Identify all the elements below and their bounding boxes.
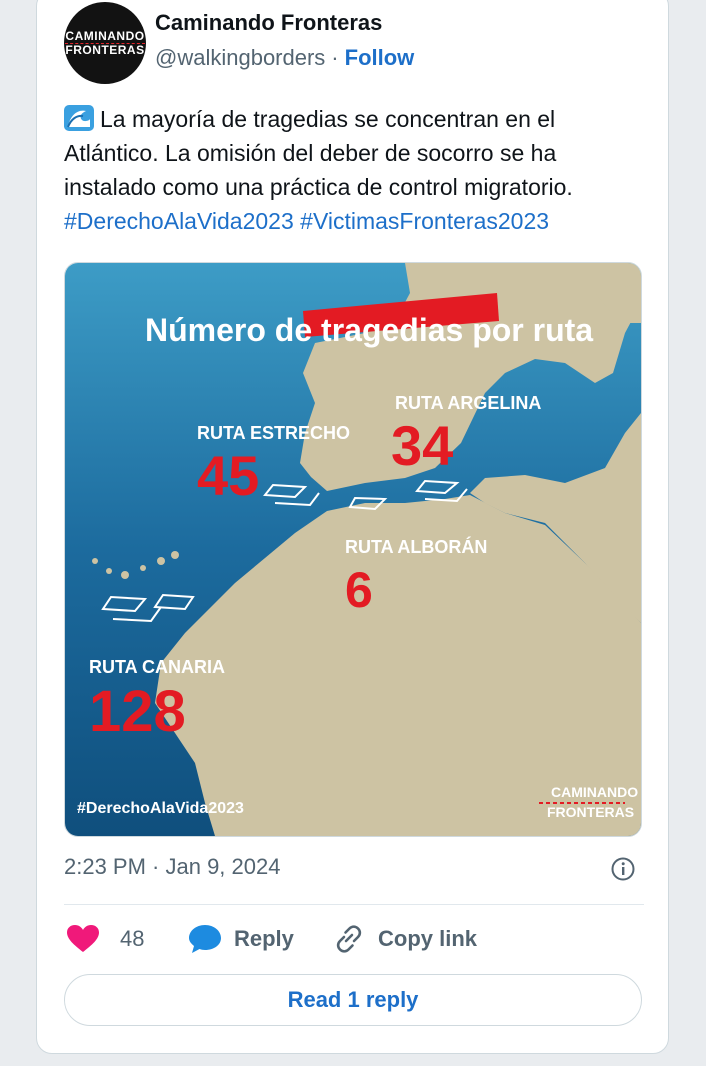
link-icon [336, 925, 362, 953]
route-value-argelina: 34 [391, 414, 453, 477]
route-value-alboran: 6 [345, 562, 373, 618]
canary-island [106, 568, 112, 574]
avatar-logo-line1: CAMINANDO [65, 28, 145, 43]
read-replies-button[interactable]: Read 1 reply [64, 974, 642, 1026]
action-bar: 48 Reply Copy link [64, 918, 644, 960]
follow-button[interactable]: Follow [345, 45, 415, 70]
hashtag-link[interactable]: #VictimasFronteras2023 [300, 208, 549, 234]
avatar[interactable]: CAMINANDO FRONTERAS [64, 2, 146, 84]
author-name[interactable]: Caminando Fronteras [155, 10, 382, 36]
route-value-canaria: 128 [89, 679, 186, 744]
author-handle-row: @walkingborders · Follow [155, 45, 414, 71]
info-icon[interactable] [610, 856, 636, 882]
water-wave-icon [64, 105, 94, 131]
tweet-timestamp[interactable]: 2:23 PM · Jan 9, 2024 [64, 854, 280, 880]
canary-island [171, 551, 179, 559]
separator-dot: · [331, 45, 339, 70]
reply-label: Reply [234, 926, 294, 951]
route-value-estrecho: 45 [197, 444, 259, 507]
divider [64, 904, 644, 905]
route-label-canaria: RUTA CANARIA [89, 657, 225, 677]
author-handle[interactable]: @walkingborders [155, 45, 325, 70]
route-map: Número de tragedias por ruta RUTA ESTREC… [65, 263, 641, 836]
tweet-body: La mayoría de tragedias se concentran en… [64, 106, 573, 200]
route-label-argelina: RUTA ARGELINA [395, 393, 541, 413]
canary-island [121, 571, 129, 579]
like-button[interactable]: 48 [66, 918, 144, 960]
map-title: Número de tragedias por ruta [145, 312, 593, 348]
copy-link-button[interactable]: Copy link [332, 918, 477, 960]
canary-island [157, 557, 165, 565]
image-logo-line2: FRONTERAS [547, 804, 634, 820]
tweet-text: La mayoría de tragedias se concentran en… [64, 102, 644, 238]
reply-button[interactable]: Reply [188, 918, 294, 960]
image-logo-line1: CAMINANDO [551, 784, 638, 800]
copy-link-label: Copy link [378, 926, 478, 951]
hashtag-link[interactable]: #DerechoAlaVida2023 [64, 208, 294, 234]
route-label-alboran: RUTA ALBORÁN [345, 536, 487, 557]
like-count: 48 [120, 926, 145, 951]
canary-island [140, 565, 146, 571]
heart-icon [67, 925, 99, 952]
reply-bubble-icon [189, 925, 221, 953]
image-hashtag: #DerechoAlaVida2023 [77, 800, 244, 817]
avatar-logo-line2: FRONTERAS [65, 42, 145, 57]
tweet-image[interactable]: Número de tragedias por ruta RUTA ESTREC… [64, 262, 642, 837]
route-label-estrecho: RUTA ESTRECHO [197, 423, 350, 443]
canary-island [92, 558, 98, 564]
